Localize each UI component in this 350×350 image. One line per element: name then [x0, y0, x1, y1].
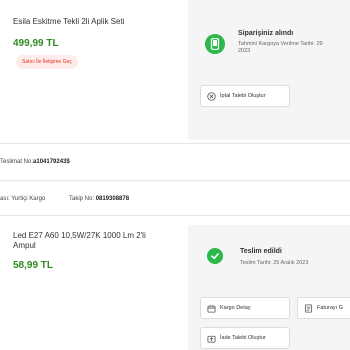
delivery-status-title: Teslim edildi [240, 248, 282, 255]
cancel-icon [207, 91, 216, 101]
cancel-request-button[interactable]: İptal Talebi Oluştur [200, 85, 290, 107]
order-status-panel [188, 0, 350, 140]
order-card-1: Esila Eskitme Tekli 2li Aplik Seti 499,9… [0, 0, 350, 140]
order-card-2: Led E27 A60 10,5W/27K 1000 Lm 2'li Ampul… [0, 215, 350, 350]
seller-contact-button[interactable]: Satıcı İle İletişime Geç [16, 55, 78, 69]
phone-icon [205, 34, 225, 54]
product-name[interactable]: Led E27 A60 10,5W/27K 1000 Lm 2'li Ampul [13, 231, 173, 251]
invoice-icon [304, 303, 313, 313]
order-status-subtitle: Tahmini Kargoya Verilme Tarihi: 29 2023 [238, 41, 350, 55]
return-request-label: İade Talebi Oluştur [220, 335, 266, 341]
tracking-label: Takip No: [69, 196, 95, 202]
product-name-line2: Ampul [13, 241, 36, 250]
product-price: 499,99 TL [13, 38, 59, 49]
delivery-date: Teslim Tarihi: 25 Aralık 2023 [240, 260, 309, 266]
invoice-label: Faturayı G [317, 305, 343, 311]
return-request-button[interactable]: İade Talebi Oluştur [200, 327, 290, 349]
order-status-title: Siparişiniz alındı [238, 30, 294, 37]
return-icon [207, 335, 216, 343]
box-icon [207, 304, 216, 313]
tracking-number[interactable]: 0819308878 [96, 196, 129, 202]
product-name-line1: Led E27 A60 10,5W/27K 1000 Lm 2'li [13, 231, 146, 240]
delivery-number-label: Teslimat No: [0, 159, 34, 165]
estimated-ship-date-line1: Tahmini Kargoya Verilme Tarihi: 29 [238, 41, 323, 47]
delivery-number-value: a104179243$ [33, 159, 70, 165]
product-name[interactable]: Esila Eskitme Tekli 2li Aplik Seti [13, 17, 124, 27]
product-price: 58,99 TL [13, 260, 54, 271]
check-icon [207, 248, 223, 264]
invoice-button[interactable]: Faturayı G [297, 297, 350, 319]
delivery-number: Teslimat No:a104179243$ [0, 159, 70, 165]
cargo-detail-label: Kargo Detay [220, 305, 251, 311]
estimated-ship-date-line2: 2023 [238, 48, 251, 54]
cancel-request-label: İptal Talebi Oluştur [220, 93, 266, 99]
divider [0, 180, 350, 181]
divider [0, 143, 350, 144]
tracking-info: Takip No: 0819308878 [69, 196, 129, 202]
carrier-info: ası: Yurtiçi Kargo [0, 196, 46, 202]
cargo-detail-button[interactable]: Kargo Detay [200, 297, 290, 319]
